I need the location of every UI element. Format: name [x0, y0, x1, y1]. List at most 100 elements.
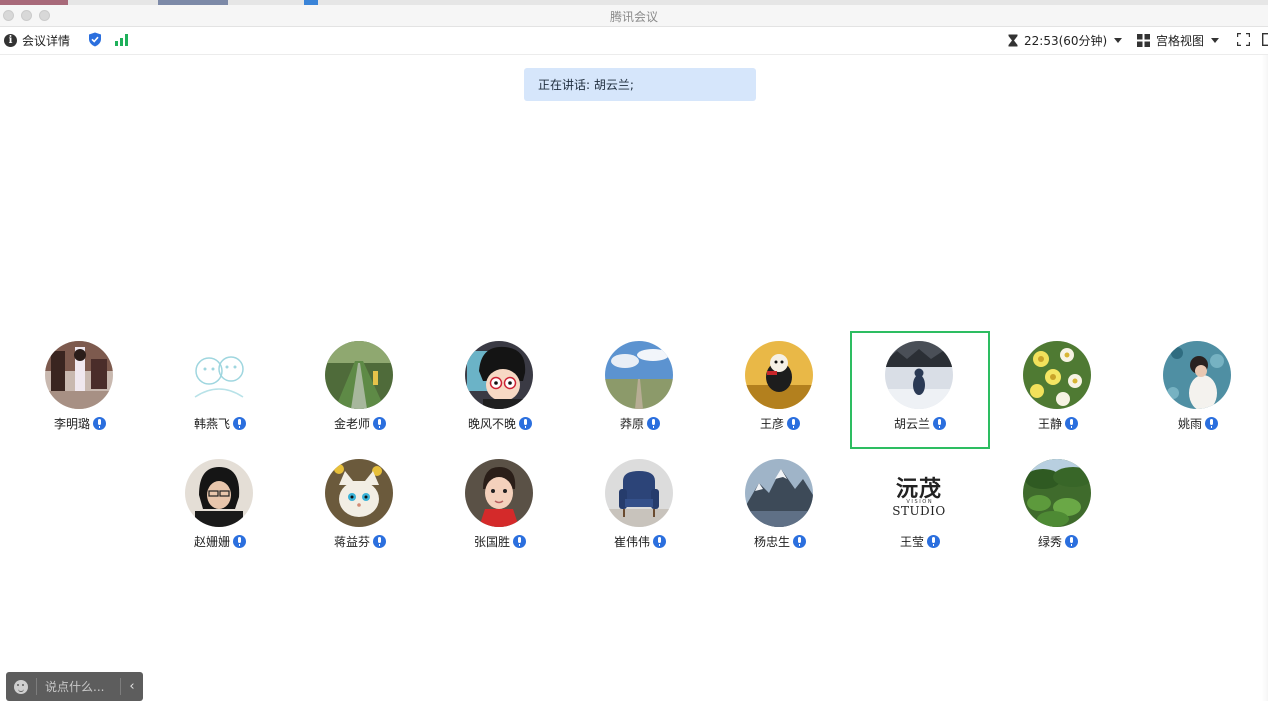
- participant-tile[interactable]: 莽原: [570, 331, 710, 449]
- mic-muted-icon: [1065, 417, 1078, 430]
- shield-icon: [89, 32, 101, 47]
- view-mode-label: 宫格视图: [1156, 34, 1205, 48]
- window-title: 腾讯会议: [609, 10, 658, 24]
- participant-name: 李明璐: [53, 417, 90, 431]
- mic-muted-icon: [787, 417, 800, 430]
- avatar: [325, 341, 393, 409]
- participant-tile[interactable]: 绿秀: [988, 449, 1128, 567]
- avatar: [885, 341, 953, 409]
- participant-tile[interactable]: 李明璐: [10, 331, 150, 449]
- avatar: [185, 459, 253, 527]
- participant-name-row: 韩燕飞: [150, 415, 290, 432]
- meeting-toolbar: i 会议详情 22:53(60分钟) 宫格视图: [0, 27, 1268, 55]
- info-icon: i: [4, 34, 17, 47]
- participant-name: 蒋益芬: [333, 535, 370, 549]
- participant-name: 韩燕飞: [193, 417, 230, 431]
- participant-name: 王静: [1037, 417, 1062, 431]
- avatar: [185, 341, 253, 409]
- mic-muted-icon: [233, 417, 246, 430]
- mic-muted-icon: [519, 417, 532, 430]
- participant-tile[interactable]: 张国胜: [430, 449, 570, 567]
- hourglass-icon: [1008, 34, 1018, 47]
- avatar: [465, 459, 533, 527]
- mic-muted-icon: [793, 535, 806, 548]
- avatar: [1023, 341, 1091, 409]
- mic-muted-icon: [647, 417, 660, 430]
- participant-name: 崔伟伟: [613, 535, 650, 549]
- mic-muted-icon: [233, 535, 246, 548]
- chat-input-placeholder[interactable]: 说点什么...: [45, 678, 104, 695]
- participant-tile[interactable]: 姚雨: [1128, 331, 1268, 449]
- active-speaker-banner: 正在讲话: 胡云兰;: [524, 68, 756, 101]
- meeting-timer-dropdown[interactable]: 22:53(60分钟): [1008, 32, 1123, 49]
- side-panel-button[interactable]: [1262, 33, 1268, 46]
- participant-tile[interactable]: 崔伟伟: [570, 449, 710, 567]
- mic-muted-icon: [373, 535, 386, 548]
- participant-tile[interactable]: 杨忠生: [710, 449, 850, 567]
- mic-muted-icon: [1205, 417, 1218, 430]
- participant-name-row: 李明璐: [10, 415, 150, 432]
- mic-muted-icon: [513, 535, 526, 548]
- participant-tile[interactable]: 王静: [988, 331, 1128, 449]
- avatar: [745, 341, 813, 409]
- participant-tile[interactable]: 赵姗姗: [150, 449, 290, 567]
- participant-name: 张国胜: [473, 535, 510, 549]
- network-signal-button[interactable]: [115, 34, 128, 46]
- divider: [36, 678, 37, 695]
- security-shield-button[interactable]: [88, 32, 102, 47]
- participant-tile[interactable]: 金老师: [290, 331, 430, 449]
- avatar: [605, 341, 673, 409]
- participant-tile[interactable]: 晚风不晚: [430, 331, 570, 449]
- participant-name: 王莹: [899, 535, 924, 549]
- participant-tile-active-speaker[interactable]: 胡云兰: [850, 331, 990, 449]
- edge-shadow: [1262, 55, 1268, 701]
- signal-bars-icon: [115, 34, 128, 46]
- mic-on-icon: [373, 417, 386, 430]
- meeting-info-label: 会议详情: [22, 34, 71, 48]
- mic-muted-icon: [927, 535, 940, 548]
- participant-tile[interactable]: 沅茂 V I S I O N STUDIO 王莹: [850, 449, 990, 567]
- avatar: [325, 459, 393, 527]
- avatar: [605, 459, 673, 527]
- participant-name: 赵姗姗: [193, 535, 230, 549]
- avatar: [465, 341, 533, 409]
- participant-tile[interactable]: 韩燕飞: [150, 331, 290, 449]
- participant-name: 姚雨: [1177, 417, 1202, 431]
- participant-name-row: 胡云兰: [852, 415, 988, 432]
- mic-muted-icon: [653, 535, 666, 548]
- chevron-left-icon[interactable]: ‹: [121, 679, 143, 694]
- participant-name-row: 绿秀: [988, 533, 1128, 550]
- participant-name-row: 王莹: [850, 533, 990, 550]
- participant-name-row: 崔伟伟: [570, 533, 710, 550]
- meeting-info-button[interactable]: i 会议详情: [4, 32, 70, 49]
- emoji-icon[interactable]: [14, 679, 28, 694]
- avatar: [745, 459, 813, 527]
- fullscreen-button[interactable]: [1237, 33, 1250, 46]
- participant-name: 莽原: [619, 417, 644, 431]
- mic-on-icon: [933, 417, 946, 430]
- meeting-timer: 22:53(60分钟): [1024, 34, 1108, 48]
- participant-name: 绿秀: [1037, 535, 1062, 549]
- view-mode-dropdown[interactable]: 宫格视图: [1137, 32, 1220, 49]
- participant-name-row: 王彦: [710, 415, 850, 432]
- chevron-down-icon: [1114, 38, 1123, 43]
- avatar: [1023, 459, 1091, 527]
- mic-muted-icon: [93, 417, 106, 430]
- participant-tile[interactable]: 蒋益芬: [290, 449, 430, 567]
- panel-icon: [1262, 33, 1268, 46]
- participant-name: 金老师: [333, 417, 370, 431]
- participant-name-row: 莽原: [570, 415, 710, 432]
- title-bar: 腾讯会议: [0, 5, 1268, 27]
- participant-name-row: 金老师: [290, 415, 430, 432]
- participant-name: 晚风不晚: [467, 417, 516, 431]
- logo-text-bottom: STUDIO: [892, 504, 946, 518]
- chevron-down-icon: [1211, 38, 1220, 43]
- avatar-logo: 沅茂 V I S I O N STUDIO: [885, 459, 953, 527]
- participant-name-row: 姚雨: [1128, 415, 1268, 432]
- grid-view-icon: [1137, 34, 1150, 47]
- avatar: [1163, 341, 1231, 409]
- participant-name-row: 蒋益芬: [290, 533, 430, 550]
- participant-tile[interactable]: 王彦: [710, 331, 850, 449]
- participant-name: 王彦: [759, 417, 784, 431]
- chat-input-bar[interactable]: 说点什么... ‹: [6, 672, 143, 701]
